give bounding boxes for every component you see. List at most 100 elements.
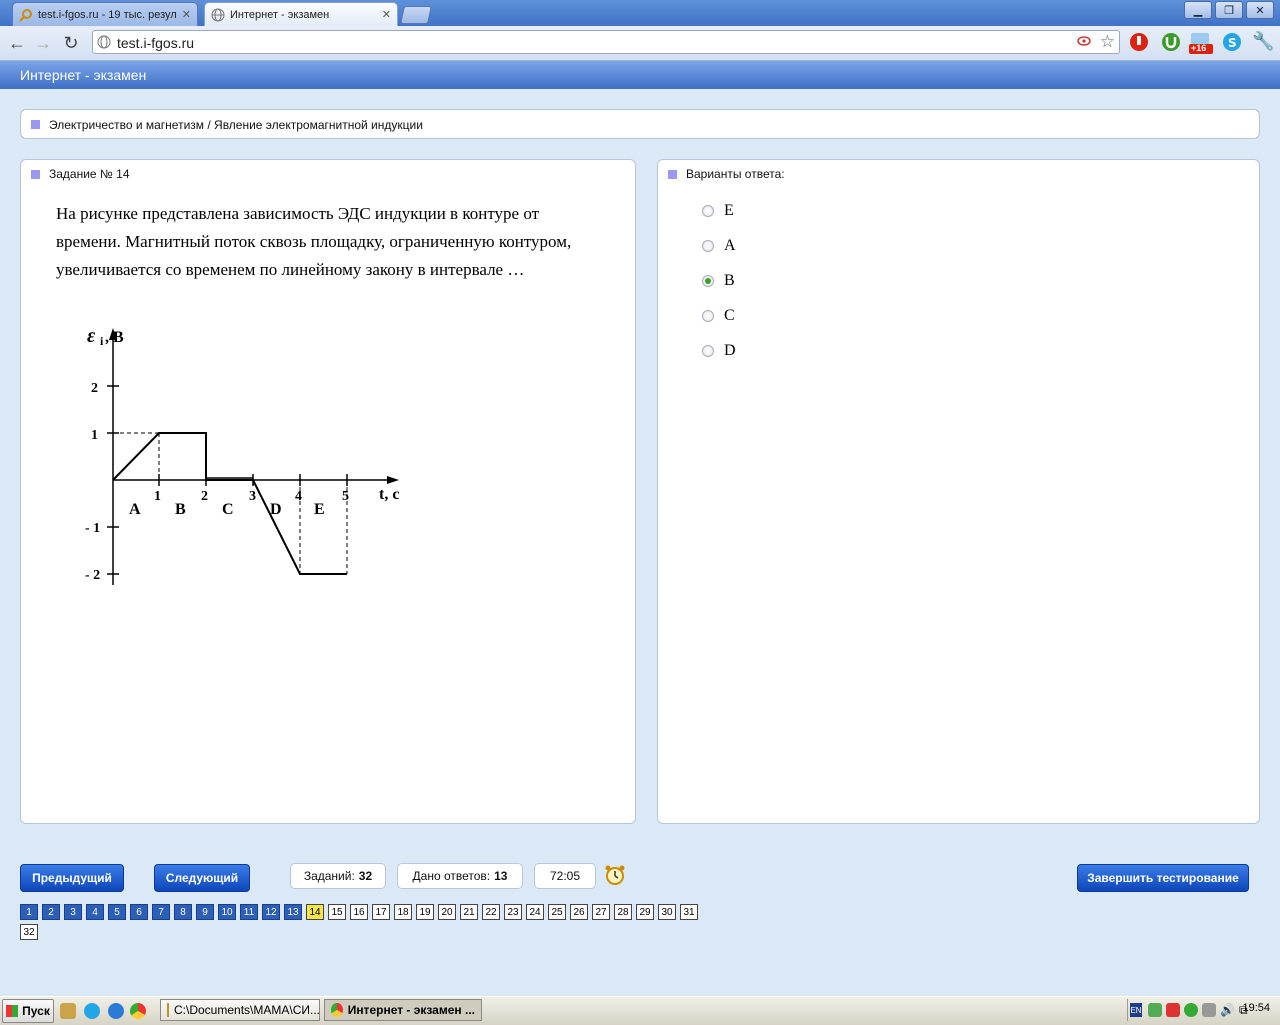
blocked-popup-icon[interactable] bbox=[1077, 35, 1091, 47]
question-number-2[interactable]: 2 bbox=[42, 904, 60, 920]
question-number-12[interactable]: 12 bbox=[262, 904, 280, 920]
question-number-29[interactable]: 29 bbox=[636, 904, 654, 920]
taskbar-item-browser[interactable]: Интернет - экзамен ... bbox=[324, 999, 482, 1021]
question-text: На рисунке представлена зависимость ЭДС … bbox=[56, 204, 572, 279]
adblock-icon[interactable] bbox=[1128, 31, 1150, 53]
answer-label[interactable]: B bbox=[724, 272, 735, 290]
close-tab-icon[interactable]: ✕ bbox=[182, 8, 191, 21]
answer-option[interactable]: B bbox=[702, 272, 735, 290]
radio-button[interactable] bbox=[702, 205, 714, 217]
language-indicator[interactable]: EN bbox=[1130, 1003, 1142, 1017]
breadcrumb: Электричество и магнетизм / Явление элек… bbox=[20, 109, 1260, 139]
question-number-6[interactable]: 6 bbox=[130, 904, 148, 920]
minimize-icon[interactable]: ▁ bbox=[1184, 1, 1212, 19]
question-number-11[interactable]: 11 bbox=[240, 904, 258, 920]
question-number-16[interactable]: 16 bbox=[350, 904, 368, 920]
question-number-5[interactable]: 5 bbox=[108, 904, 126, 920]
y-tick-label: - 2 bbox=[85, 568, 100, 583]
answer-label[interactable]: E bbox=[724, 202, 734, 220]
question-number-24[interactable]: 24 bbox=[526, 904, 544, 920]
emf-graph: ε i , B 2 1 - 1 - 2 1 2 3 4 5 t, c A B C… bbox=[85, 325, 399, 585]
reload-icon[interactable]: ↻ bbox=[60, 32, 82, 54]
tray-app-icon[interactable] bbox=[1166, 1003, 1180, 1017]
network-icon[interactable] bbox=[1202, 1003, 1216, 1017]
answer-option[interactable]: A bbox=[702, 237, 736, 255]
question-number-23[interactable]: 23 bbox=[504, 904, 522, 920]
question-number-9[interactable]: 9 bbox=[196, 904, 214, 920]
question-number-7[interactable]: 7 bbox=[152, 904, 170, 920]
tray-app-icon[interactable] bbox=[1148, 1003, 1162, 1017]
start-label: Пуск bbox=[22, 1004, 50, 1018]
page-info-icon[interactable] bbox=[97, 35, 111, 49]
question-number-31[interactable]: 31 bbox=[680, 904, 698, 920]
radio-button[interactable] bbox=[702, 240, 714, 252]
bookmark-star-icon[interactable]: ☆ bbox=[1100, 32, 1115, 52]
question-number-22[interactable]: 22 bbox=[482, 904, 500, 920]
wrench-menu-icon[interactable]: 🔧 bbox=[1252, 31, 1274, 53]
question-number-1[interactable]: 1 bbox=[20, 904, 38, 920]
question-number-27[interactable]: 27 bbox=[592, 904, 610, 920]
radio-button[interactable] bbox=[702, 310, 714, 322]
question-number-17[interactable]: 17 bbox=[372, 904, 390, 920]
question-number-21[interactable]: 21 bbox=[460, 904, 478, 920]
y-axis-symbol: ε bbox=[87, 325, 96, 347]
quicklaunch-app-icon[interactable] bbox=[60, 1003, 76, 1019]
question-number-20[interactable]: 20 bbox=[438, 904, 456, 920]
y-axis-subscript: i bbox=[100, 334, 104, 348]
chrome-icon[interactable] bbox=[130, 1003, 146, 1019]
question-number-13[interactable]: 13 bbox=[284, 904, 302, 920]
timer-box: 72:05 bbox=[534, 863, 596, 889]
finish-test-button[interactable]: Завершить тестирование bbox=[1077, 864, 1249, 892]
answer-label[interactable]: D bbox=[724, 342, 736, 360]
question-number-8[interactable]: 8 bbox=[174, 904, 192, 920]
utorrent-icon[interactable] bbox=[1160, 31, 1182, 53]
answer-option[interactable]: E bbox=[702, 202, 734, 220]
close-tab-icon[interactable]: ✕ bbox=[382, 8, 391, 21]
new-tab-button[interactable] bbox=[400, 6, 432, 24]
radio-button[interactable] bbox=[702, 345, 714, 357]
question-number-32[interactable]: 32 bbox=[20, 924, 38, 940]
skype-icon[interactable]: S bbox=[1221, 31, 1243, 53]
radio-button-selected[interactable] bbox=[702, 275, 714, 287]
notifications-icon[interactable]: +16 bbox=[1188, 31, 1213, 54]
question-number-18[interactable]: 18 bbox=[394, 904, 412, 920]
address-bar[interactable]: test.i-fgos.ru ☆ bbox=[92, 30, 1120, 54]
browser-tab-search[interactable]: test.i-fgos.ru - 19 тыс. резул ✕ bbox=[12, 2, 198, 26]
question-number-10[interactable]: 10 bbox=[218, 904, 236, 920]
question-number-4[interactable]: 4 bbox=[86, 904, 104, 920]
url-text[interactable]: test.i-fgos.ru bbox=[117, 35, 194, 51]
answer-option[interactable]: C bbox=[702, 307, 735, 325]
back-arrow-icon[interactable]: ← bbox=[6, 32, 28, 54]
question-number-26[interactable]: 26 bbox=[570, 904, 588, 920]
answer-option[interactable]: D bbox=[702, 342, 736, 360]
question-number-14[interactable]: 14 bbox=[306, 904, 324, 920]
answer-label[interactable]: C bbox=[724, 307, 735, 325]
question-number-28[interactable]: 28 bbox=[614, 904, 632, 920]
question-number-19[interactable]: 19 bbox=[416, 904, 434, 920]
bullet-square-icon bbox=[668, 170, 677, 179]
volume-icon[interactable]: 🔊 bbox=[1220, 1003, 1235, 1017]
tray-app-icon[interactable] bbox=[1184, 1003, 1198, 1017]
page-content: Интернет - экзамен Электричество и магне… bbox=[0, 61, 1280, 996]
question-number-25[interactable]: 25 bbox=[548, 904, 566, 920]
browser-toolbar: ← → ↻ test.i-fgos.ru ☆ +16 S 🔧 bbox=[0, 26, 1280, 61]
skype-icon[interactable] bbox=[84, 1003, 100, 1019]
close-window-icon[interactable]: ✕ bbox=[1246, 1, 1274, 19]
restore-icon[interactable]: ❐ bbox=[1215, 1, 1243, 19]
next-button[interactable]: Следующий bbox=[154, 864, 250, 892]
previous-button[interactable]: Предыдущий bbox=[20, 864, 124, 892]
notification-count: +16 bbox=[1191, 43, 1207, 53]
start-button[interactable]: Пуск bbox=[2, 999, 54, 1023]
y-tick-label: 2 bbox=[91, 381, 98, 396]
internet-explorer-icon[interactable] bbox=[108, 1003, 124, 1019]
forward-arrow-icon[interactable]: → bbox=[32, 32, 54, 54]
taskbar-item-folder[interactable]: C:\Documents\МАМА\СИ... bbox=[160, 999, 320, 1021]
window-controls: ▁ ❐ ✕ bbox=[1184, 1, 1274, 19]
browser-tab-exam[interactable]: Интернет - экзамен ✕ bbox=[204, 2, 398, 26]
answer-label[interactable]: A bbox=[724, 237, 736, 255]
question-number-3[interactable]: 3 bbox=[64, 904, 82, 920]
tasks-count-box: Заданий: 32 bbox=[290, 863, 386, 889]
answered-count-box: Дано ответов: 13 bbox=[397, 863, 523, 889]
question-number-15[interactable]: 15 bbox=[328, 904, 346, 920]
question-number-30[interactable]: 30 bbox=[658, 904, 676, 920]
